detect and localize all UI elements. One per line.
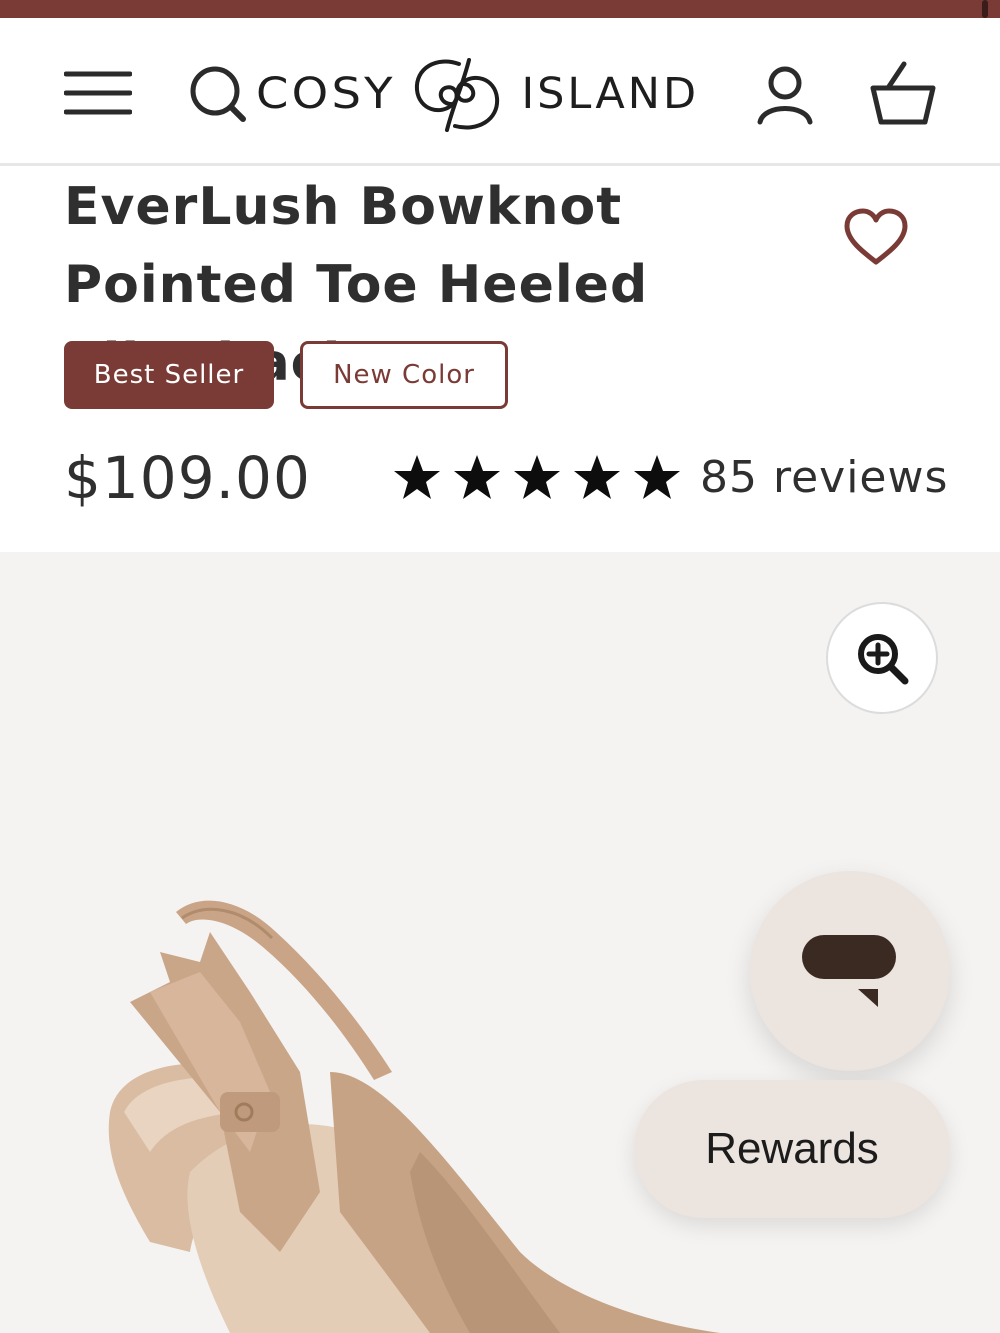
rating-summary[interactable]: 85 reviews (392, 452, 948, 503)
scrollbar-thumb[interactable] (982, 0, 988, 18)
account-button[interactable] (752, 62, 818, 128)
star-icon (394, 454, 440, 499)
chat-bubble-icon (802, 935, 896, 1007)
site-header: COSY ISLAND (0, 18, 1000, 166)
reviews-link[interactable]: 85 reviews (700, 452, 948, 503)
monogram-icon (415, 58, 500, 132)
account-icon (757, 66, 813, 125)
zoom-in-icon (858, 634, 909, 685)
badge-row: Best Seller New Color (64, 341, 508, 409)
cart-icon (870, 61, 936, 125)
product-gallery[interactable]: Rewards (0, 552, 1000, 1333)
star-icon (574, 454, 620, 499)
best-seller-badge: Best Seller (64, 341, 274, 409)
star-rating (392, 453, 682, 503)
brand-logo[interactable]: COSY ISLAND (256, 54, 748, 134)
menu-icon (64, 71, 132, 115)
rewards-button[interactable]: Rewards (634, 1080, 950, 1218)
product-price: $109.00 (64, 444, 311, 512)
star-icon (514, 454, 560, 499)
star-icon (454, 454, 500, 499)
search-button[interactable] (186, 62, 250, 126)
cart-button[interactable] (866, 58, 940, 128)
search-icon (190, 66, 246, 122)
announcement-bar (0, 0, 1000, 18)
wishlist-button[interactable] (836, 200, 916, 274)
logo-text-left: COSY (256, 69, 396, 119)
zoom-button[interactable] (826, 602, 938, 714)
logo-text-right: ISLAND (521, 69, 700, 119)
star-icon (634, 454, 680, 499)
menu-button[interactable] (60, 68, 136, 118)
heart-icon (844, 208, 908, 265)
new-color-badge: New Color (300, 341, 508, 409)
chat-button[interactable] (750, 871, 950, 1071)
